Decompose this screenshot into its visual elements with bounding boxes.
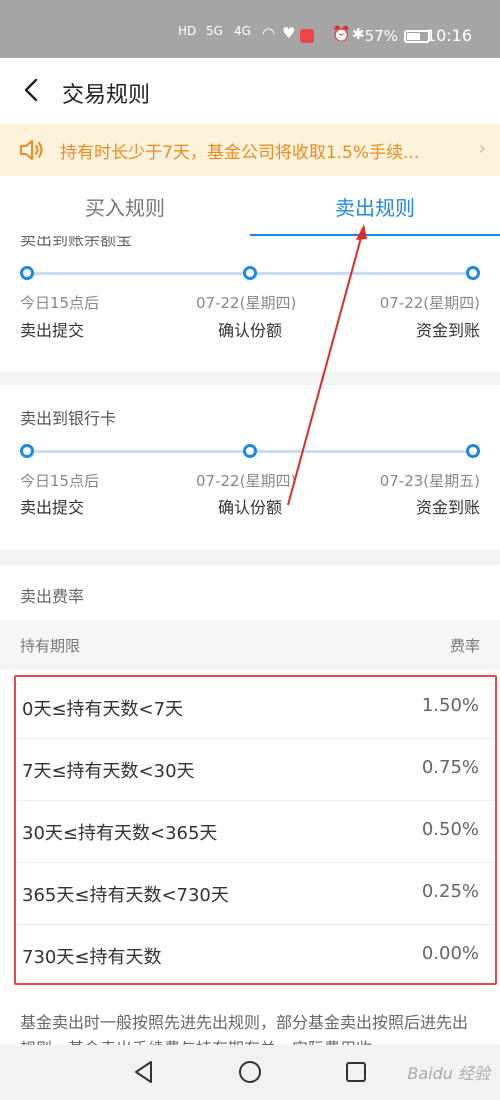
step-date: 今日15点后 — [20, 294, 100, 312]
battery-percent: 57% — [364, 27, 398, 45]
holding-period: 7天≤持有天数<30天 — [22, 761, 195, 782]
step-label: 确认份额 — [218, 498, 283, 517]
fee-rate: 0.75% — [421, 757, 479, 778]
status-bar: HD 5G 4G ◠ ♥ ⏰ ✱ 57% 10:16 — [0, 0, 500, 58]
tab-sell-rules[interactable]: 卖出规则 — [250, 192, 500, 221]
speaker-icon — [20, 140, 43, 160]
heart-icon: ♥ — [282, 24, 296, 42]
fee-table-highlight: 0天≤持有天数<7天 1.50% 7天≤持有天数<30天 0.75% 30天≤持… — [14, 675, 497, 985]
fee-rate: 0.50% — [421, 819, 479, 840]
section-title-balance: 卖出到账余额宝 — [20, 236, 133, 249]
fee-rate: 0.00% — [421, 943, 479, 964]
hd-signal-icon: HD — [178, 24, 197, 38]
section-title-bank: 卖出到银行卡 — [20, 409, 117, 428]
wifi-icon: ◠ — [262, 24, 276, 42]
step-label: 资金到账 — [415, 321, 480, 340]
rules-tabs: 买入规则 卖出规则 — [0, 176, 500, 236]
chevron-right-icon: › — [478, 138, 486, 159]
step-date: 今日15点后 — [20, 472, 100, 490]
clock: 10:16 — [425, 26, 472, 45]
back-arrow-icon[interactable] — [20, 78, 44, 102]
step-label: 资金到账 — [415, 498, 480, 517]
step-date: 07-22(星期四) — [196, 472, 297, 490]
4g-signal-icon: 4G — [234, 24, 251, 38]
holding-period: 730天≤持有天数 — [22, 947, 162, 968]
table-row: 30天≤持有天数<365天 0.50% — [16, 801, 495, 863]
sell-to-bank-card: 卖出到银行卡 今日15点后 07-22(星期四) 07-23(星期五) 卖出提交… — [0, 385, 500, 550]
step-label: 确认份额 — [218, 321, 283, 340]
tab-buy-rules[interactable]: 买入规则 — [0, 192, 250, 221]
column-header-period: 持有期限 — [20, 637, 81, 655]
bluetooth-icon: ✱ — [352, 25, 365, 43]
table-row: 7天≤持有天数<30天 0.75% — [16, 739, 495, 801]
5g-signal-icon: 5G — [206, 24, 223, 38]
column-header-rate: 费率 — [449, 637, 480, 655]
holding-period: 365天≤持有天数<730天 — [22, 885, 229, 906]
page-title: 交易规则 — [62, 83, 151, 108]
step-date: 07-22(星期四) — [379, 294, 480, 312]
section-title-fees: 卖出费率 — [20, 587, 85, 606]
fee-notice-banner[interactable]: 持有时长少于7天，基金公司将收取1.5%手续... › — [0, 124, 500, 176]
step-date: 07-22(星期四) — [196, 294, 297, 312]
table-row: 365天≤持有天数<730天 0.25% — [16, 863, 495, 925]
sell-to-balance-card: 卖出到账余额宝 今日15点后 07-22(星期四) 07-22(星期四) 卖出提… — [0, 236, 500, 372]
table-row: 730天≤持有天数 0.00% — [16, 925, 495, 987]
timeline-dot — [20, 266, 34, 280]
notice-text: 持有时长少于7天，基金公司将收取1.5%手续... — [60, 143, 420, 163]
step-date: 07-23(星期五) — [379, 472, 480, 490]
fee-rate: 1.50% — [421, 695, 479, 716]
timeline-dot — [466, 444, 480, 458]
step-label: 卖出提交 — [20, 321, 85, 340]
fee-table-header: 持有期限 费率 — [0, 620, 500, 670]
fee-rate: 0.25% — [421, 881, 479, 902]
timeline-dot — [243, 444, 257, 458]
app-notification-icon — [300, 29, 314, 43]
holding-period: 30天≤持有天数<365天 — [22, 823, 218, 844]
table-row: 0天≤持有天数<7天 1.50% — [16, 677, 495, 739]
timeline-dot — [20, 444, 34, 458]
baidu-watermark: Baidu 经验 — [407, 1064, 490, 1083]
holding-period: 0天≤持有天数<7天 — [22, 699, 184, 720]
sell-fee-section: 卖出费率 持有期限 费率 0天≤持有天数<7天 1.50% 7天≤持有天数<30… — [0, 565, 500, 1058]
timeline-dot — [243, 266, 257, 280]
timeline-dot — [466, 266, 480, 280]
nav-recents-icon[interactable] — [343, 1059, 369, 1085]
alarm-icon: ⏰ — [332, 25, 351, 43]
top-nav-bar: 交易规则 — [0, 58, 500, 124]
nav-home-icon[interactable] — [237, 1059, 263, 1085]
nav-back-icon[interactable] — [131, 1059, 157, 1085]
step-label: 卖出提交 — [20, 498, 85, 517]
